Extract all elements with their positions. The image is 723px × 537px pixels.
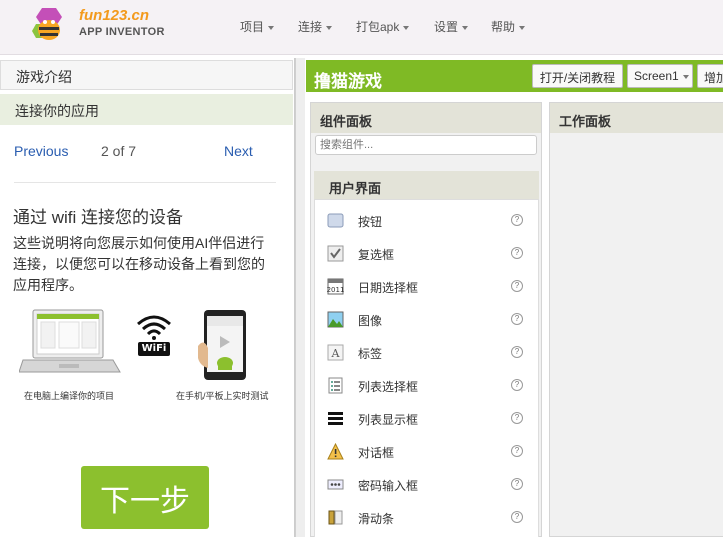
component-item-passwordtextbox[interactable]: 密码输入框 ? bbox=[315, 468, 538, 501]
help-icon[interactable]: ? bbox=[511, 313, 523, 325]
screen-select-button[interactable]: Screen1 bbox=[627, 64, 693, 88]
warning-icon bbox=[327, 443, 344, 460]
help-icon[interactable]: ? bbox=[511, 214, 523, 226]
component-item-label[interactable]: A 标签 ? bbox=[315, 336, 538, 369]
list-view-icon bbox=[328, 412, 343, 425]
top-navbar: fun123.cn APP INVENTOR 项目 连接 打包apk 设置 帮助 bbox=[0, 0, 723, 55]
image-icon bbox=[327, 311, 344, 328]
component-item-listpicker[interactable]: 列表选择框 ? bbox=[315, 369, 538, 402]
help-icon[interactable]: ? bbox=[511, 478, 523, 490]
laptop-illustration bbox=[19, 309, 121, 373]
svg-text:A: A bbox=[331, 347, 341, 360]
button-icon bbox=[327, 213, 344, 228]
password-icon bbox=[327, 479, 344, 490]
wifi-icon bbox=[137, 315, 171, 340]
tutorial-body: 这些说明将向您展示如何使用AI伴侣进行连接，以便您可以在移动设备上看到您的应用程… bbox=[13, 235, 265, 293]
checkbox-icon bbox=[327, 245, 344, 262]
phone-illustration bbox=[198, 310, 246, 380]
help-icon[interactable]: ? bbox=[511, 247, 523, 259]
component-item-image[interactable]: 图像 ? bbox=[315, 303, 538, 336]
designer-toolbar: 撸猫游戏 打开/关闭教程 Screen1 增加屏幕 bbox=[306, 60, 723, 92]
component-palette: 组件面板 用户界面 按钮 ? 复选框 ? 2011 日期选择框 ? 图像 ? A bbox=[310, 102, 542, 537]
chevron-down-icon bbox=[268, 25, 275, 30]
next-step-button[interactable]: 下一步 bbox=[81, 466, 209, 529]
component-item-checkbox[interactable]: 复选框 ? bbox=[315, 237, 538, 270]
viewer-panel: 工作面板 bbox=[549, 102, 723, 537]
chevron-down-icon bbox=[403, 25, 410, 30]
help-icon[interactable]: ? bbox=[511, 379, 523, 391]
menu-help[interactable]: 帮助 bbox=[491, 18, 526, 35]
list-picker-icon bbox=[328, 377, 343, 394]
caption-phone: 在手机/平板上实时测试 bbox=[176, 391, 269, 401]
tutorial-title: 游戏介绍 bbox=[0, 60, 293, 90]
divider-line bbox=[14, 182, 276, 183]
component-item-slider[interactable]: 滑动条 ? bbox=[315, 501, 538, 534]
chevron-down-icon bbox=[519, 25, 526, 30]
tutorial-heading: 通过 wifi 连接您的设备 bbox=[13, 208, 183, 227]
svg-text:2011: 2011 bbox=[327, 286, 344, 294]
component-item-datepicker[interactable]: 2011 日期选择框 ? bbox=[315, 270, 538, 303]
toggle-tutorial-button[interactable]: 打开/关闭教程 bbox=[532, 64, 623, 88]
add-screen-button[interactable]: 增加屏幕 bbox=[697, 64, 723, 88]
chevron-down-icon bbox=[462, 25, 469, 30]
tutorial-panel: 游戏介绍 连接你的应用 Previous 2 of 7 Next 通过 wifi… bbox=[0, 58, 295, 537]
slider-icon bbox=[328, 510, 343, 525]
logo-subtitle: APP INVENTOR bbox=[79, 26, 165, 38]
logo-title: fun123.cn bbox=[79, 7, 150, 24]
component-search-input[interactable] bbox=[315, 135, 537, 155]
help-icon[interactable]: ? bbox=[511, 511, 523, 523]
wifi-label: WiFi bbox=[138, 342, 170, 356]
caption-computer: 在电脑上编译你的项目 bbox=[24, 391, 115, 401]
previous-link[interactable]: Previous bbox=[14, 143, 68, 159]
tutorial-subtitle: 连接你的应用 bbox=[0, 94, 293, 125]
panel-splitter[interactable] bbox=[295, 58, 305, 537]
calendar-icon: 2011 bbox=[327, 278, 344, 295]
help-icon[interactable]: ? bbox=[511, 346, 523, 358]
menu-settings[interactable]: 设置 bbox=[434, 18, 469, 35]
menu-connect[interactable]: 连接 bbox=[298, 18, 333, 35]
next-link[interactable]: Next bbox=[224, 143, 253, 159]
chevron-down-icon bbox=[682, 74, 689, 79]
help-icon[interactable]: ? bbox=[511, 412, 523, 424]
component-item-button[interactable]: 按钮 ? bbox=[315, 204, 538, 237]
category-user-interface[interactable]: 用户界面 bbox=[314, 171, 539, 199]
help-icon[interactable]: ? bbox=[511, 445, 523, 457]
component-list: 按钮 ? 复选框 ? 2011 日期选择框 ? 图像 ? A 标签 ? 列表选择… bbox=[314, 199, 539, 537]
viewer-title: 工作面板 bbox=[550, 103, 723, 133]
project-name: 撸猫游戏 bbox=[314, 72, 382, 92]
palette-title: 组件面板 bbox=[311, 103, 541, 133]
component-item-notifier[interactable]: 对话框 ? bbox=[315, 435, 538, 468]
menu-build[interactable]: 打包apk bbox=[356, 18, 410, 35]
menu-project[interactable]: 项目 bbox=[240, 18, 275, 35]
chevron-down-icon bbox=[326, 25, 333, 30]
label-icon: A bbox=[327, 344, 344, 361]
help-icon[interactable]: ? bbox=[511, 280, 523, 292]
page-indicator: 2 of 7 bbox=[101, 143, 137, 159]
component-item-listview[interactable]: 列表显示框 ? bbox=[315, 402, 538, 435]
